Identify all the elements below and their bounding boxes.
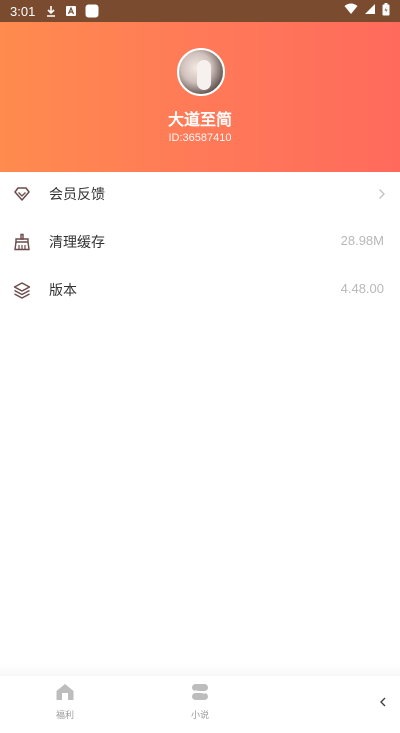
book-icon: [190, 682, 210, 702]
chevron-left-icon[interactable]: [378, 696, 388, 708]
version-value: 4.48.00: [340, 281, 384, 296]
menu-item-version[interactable]: 版本 4.48.00: [0, 268, 400, 316]
menu-item-label: 版本: [49, 283, 77, 299]
menu-item-clear-cache[interactable]: 清理缓存 28.98M: [0, 220, 400, 268]
tab-label: 小说: [190, 711, 209, 721]
home-icon: [55, 682, 75, 702]
square-app-icon: [85, 4, 99, 18]
nickname: 大道至简: [167, 110, 232, 129]
settings-list: 会员反馈 清理缓存 28.98M 版本 4.48.00: [0, 172, 400, 316]
signal-icon: [364, 3, 376, 19]
status-bar: 3:01: [0, 0, 400, 22]
avatar-figure: [197, 60, 211, 90]
download-icon: [45, 5, 57, 17]
cache-size-value: 28.98M: [340, 233, 384, 248]
broom-icon: [12, 232, 32, 252]
tab-welfare[interactable]: 福利: [35, 682, 95, 726]
text-badge-icon: [65, 5, 77, 17]
chevron-right-icon: [376, 184, 388, 204]
battery-icon: [382, 2, 390, 20]
profile-header: 大道至简 ID:36587410: [0, 22, 400, 172]
bottom-tab-bar: 福利 小说: [0, 676, 400, 733]
user-id: ID:36587410: [168, 132, 232, 144]
tab-label: 福利: [55, 711, 74, 721]
status-icons-right: [344, 2, 390, 20]
menu-item-member-feedback[interactable]: 会员反馈: [0, 172, 400, 220]
profile-page: 3:01 大道至简 ID:36587410 会员反馈 清理缓存 28.98M 版…: [0, 0, 400, 733]
menu-item-label: 清理缓存: [49, 235, 105, 251]
tab-novel[interactable]: 小说: [170, 682, 230, 726]
diamond-icon: [12, 184, 32, 204]
wifi-icon: [344, 3, 358, 19]
avatar[interactable]: [177, 48, 225, 96]
status-time: 3:01: [10, 3, 36, 19]
tabbar-shadow: [0, 664, 400, 676]
layers-icon: [12, 280, 32, 300]
menu-item-label: 会员反馈: [49, 187, 105, 203]
